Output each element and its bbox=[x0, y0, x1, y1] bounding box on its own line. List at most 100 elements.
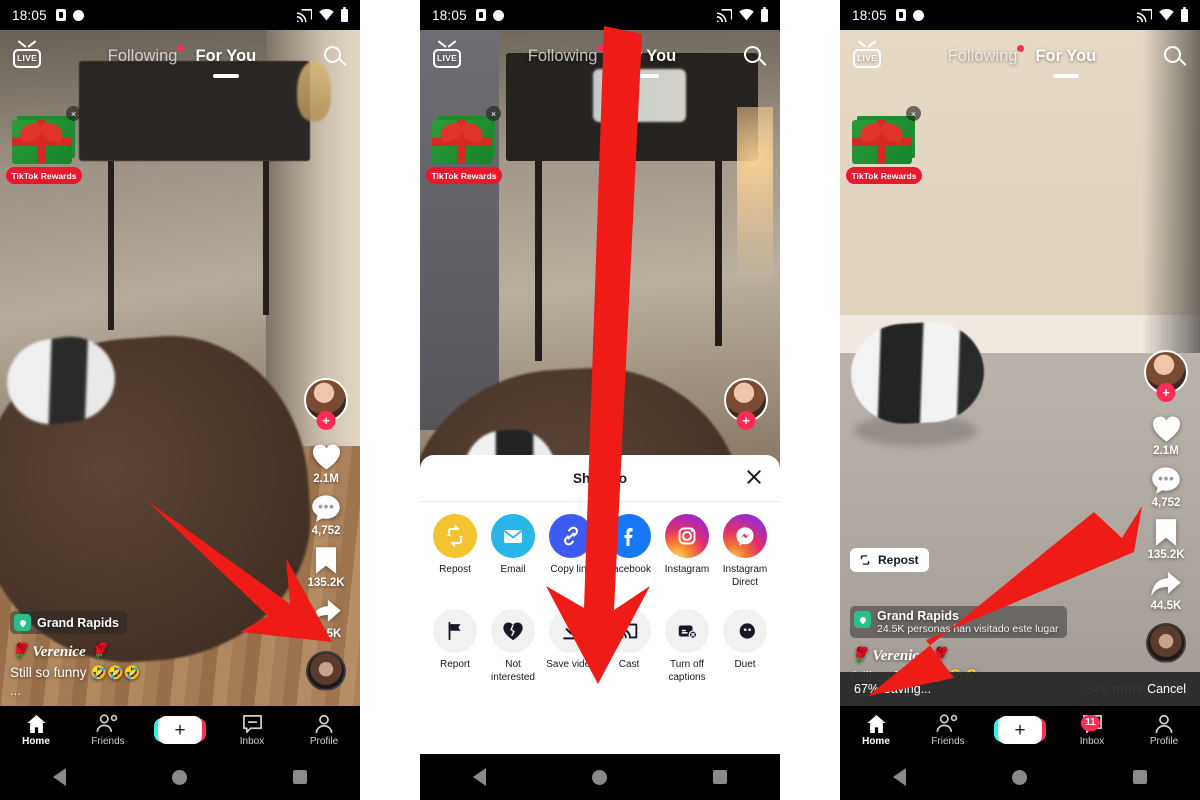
like-button[interactable]: 2.1M bbox=[1151, 414, 1182, 457]
action-not-interested[interactable]: Not interested bbox=[484, 609, 542, 684]
like-button[interactable]: 2.1M bbox=[311, 442, 342, 485]
tiktok-rewards-badge[interactable]: TikTok Rewards × bbox=[846, 106, 922, 184]
sidebar-item-friends[interactable]: Friends bbox=[912, 713, 984, 747]
action-duet[interactable]: Duet bbox=[716, 609, 774, 684]
dot-icon bbox=[492, 9, 504, 21]
nav-recents-icon[interactable] bbox=[293, 770, 307, 784]
cast-icon bbox=[297, 8, 312, 22]
tiktok-rewards-badge[interactable]: TikTok Rewards × bbox=[426, 106, 502, 184]
status-bar: 18:05 bbox=[0, 0, 360, 30]
phone-panel-2: 18:05 LIVE Following For You TikTok Rewa… bbox=[420, 0, 780, 800]
sidebar-item-friends[interactable]: Friends bbox=[72, 713, 144, 747]
share-instagram[interactable]: Instagram bbox=[658, 514, 716, 589]
nav-recents-icon[interactable] bbox=[1133, 770, 1147, 784]
email-icon bbox=[491, 514, 535, 558]
share-button[interactable]: 44.5K bbox=[310, 598, 342, 640]
search-icon[interactable] bbox=[1162, 44, 1188, 70]
nav-home-icon[interactable] bbox=[592, 769, 607, 785]
share-copy-link[interactable]: Copy link bbox=[542, 514, 600, 589]
search-icon[interactable] bbox=[742, 44, 768, 70]
sidebar-item-inbox[interactable]: Inbox bbox=[216, 714, 288, 747]
nav-recents-icon[interactable] bbox=[713, 770, 727, 784]
tab-label-friends: Friends bbox=[91, 735, 125, 747]
sidebar-item-profile[interactable]: Profile bbox=[288, 714, 360, 747]
comment-button[interactable]: 4,752 bbox=[1151, 466, 1181, 509]
tab-for-you[interactable]: For You bbox=[615, 47, 676, 68]
comment-button[interactable]: 4,752 bbox=[311, 494, 341, 537]
nav-back-icon[interactable] bbox=[53, 768, 66, 786]
nav-back-icon[interactable] bbox=[893, 768, 906, 786]
follow-button[interactable]: + bbox=[316, 411, 336, 430]
live-icon[interactable]: LIVE bbox=[432, 40, 462, 72]
nav-home-icon[interactable] bbox=[1012, 769, 1027, 785]
search-icon[interactable] bbox=[322, 44, 348, 70]
author-avatar[interactable]: + bbox=[1144, 350, 1188, 402]
heart-icon bbox=[312, 444, 340, 470]
action-save-video[interactable]: Save video bbox=[542, 609, 600, 684]
create-icon[interactable]: + bbox=[154, 716, 206, 744]
repost-chip[interactable]: Repost bbox=[850, 548, 929, 572]
cancel-button[interactable]: Cancel bbox=[1147, 682, 1186, 696]
saving-progress-bar: 67% Saving... Cancel bbox=[840, 672, 1200, 706]
tab-following[interactable]: Following bbox=[108, 44, 185, 68]
feed-tabs: Following For You bbox=[882, 44, 1162, 68]
close-icon[interactable]: × bbox=[906, 106, 921, 121]
caption-expand[interactable]: ... bbox=[10, 683, 260, 698]
share-button[interactable]: 44.5K bbox=[1150, 570, 1182, 612]
share-facebook[interactable]: Facebook bbox=[600, 514, 658, 589]
action-cast[interactable]: Cast bbox=[600, 609, 658, 684]
saving-status-text: 67% Saving... bbox=[854, 682, 932, 696]
tab-label-friends: Friends bbox=[931, 735, 965, 747]
close-icon[interactable] bbox=[744, 467, 764, 487]
create-button[interactable]: + bbox=[984, 716, 1056, 744]
location-pill[interactable]: Grand Rapids bbox=[10, 611, 127, 634]
comment-icon bbox=[312, 495, 340, 522]
bookmark-count: 135.2K bbox=[307, 577, 345, 589]
profile-icon bbox=[315, 714, 333, 733]
action-save-video-label: Save video bbox=[546, 659, 596, 670]
live-icon[interactable]: LIVE bbox=[12, 40, 42, 72]
sidebar-item-home[interactable]: Home bbox=[840, 714, 912, 747]
tab-following[interactable]: Following bbox=[948, 44, 1025, 68]
location-pill[interactable]: Grand Rapids 24.5K personas han visitado… bbox=[850, 606, 1067, 638]
caption-username[interactable]: 🌹 Verenice 🌹 bbox=[850, 646, 1080, 665]
follow-button[interactable]: + bbox=[1156, 383, 1176, 402]
cast-icon bbox=[717, 8, 732, 22]
close-icon[interactable]: × bbox=[486, 106, 501, 121]
author-avatar[interactable]: + bbox=[724, 378, 768, 430]
tab-following[interactable]: Following bbox=[528, 44, 605, 68]
share-email[interactable]: Email bbox=[484, 514, 542, 589]
nav-back-icon[interactable] bbox=[473, 768, 486, 786]
sidebar-item-home[interactable]: Home bbox=[0, 714, 72, 747]
messenger-icon bbox=[723, 514, 767, 558]
sidebar-item-inbox[interactable]: 11 Inbox bbox=[1056, 714, 1128, 747]
follow-button[interactable]: + bbox=[736, 411, 756, 430]
close-icon[interactable]: × bbox=[66, 106, 81, 121]
music-disc-icon[interactable] bbox=[1146, 623, 1186, 663]
share-facebook-label: Facebook bbox=[607, 564, 651, 575]
tab-for-you[interactable]: For You bbox=[1035, 47, 1096, 68]
bookmark-button[interactable]: 135.2K bbox=[1147, 518, 1185, 561]
create-button[interactable]: + bbox=[144, 716, 216, 744]
caption-username[interactable]: 🌹 Verenice 🌹 bbox=[10, 642, 260, 661]
share-repost-label: Repost bbox=[439, 564, 471, 575]
live-label: LIVE bbox=[436, 53, 458, 63]
action-report[interactable]: Report bbox=[426, 609, 484, 684]
action-turn-off-captions[interactable]: Turn off captions bbox=[658, 609, 716, 684]
duet-icon bbox=[723, 609, 767, 653]
sidebar-item-profile[interactable]: Profile bbox=[1128, 714, 1200, 747]
create-icon[interactable]: + bbox=[994, 716, 1046, 744]
status-left-icons bbox=[895, 9, 924, 21]
tab-label-profile: Profile bbox=[1149, 735, 1179, 747]
bookmark-button[interactable]: 135.2K bbox=[307, 546, 345, 589]
tab-for-you[interactable]: For You bbox=[195, 47, 256, 68]
music-disc-icon[interactable] bbox=[306, 651, 346, 691]
author-avatar[interactable]: + bbox=[304, 378, 348, 430]
caption-text: Still so funny 🤣🤣🤣 bbox=[10, 665, 141, 680]
share-instagram-direct[interactable]: Instagram Direct bbox=[716, 514, 774, 589]
share-sheet-title: Share to bbox=[572, 470, 627, 486]
tiktok-rewards-badge[interactable]: TikTok Rewards × bbox=[6, 106, 82, 184]
live-icon[interactable]: LIVE bbox=[852, 40, 882, 72]
share-repost[interactable]: Repost bbox=[426, 514, 484, 589]
nav-home-icon[interactable] bbox=[172, 769, 187, 785]
